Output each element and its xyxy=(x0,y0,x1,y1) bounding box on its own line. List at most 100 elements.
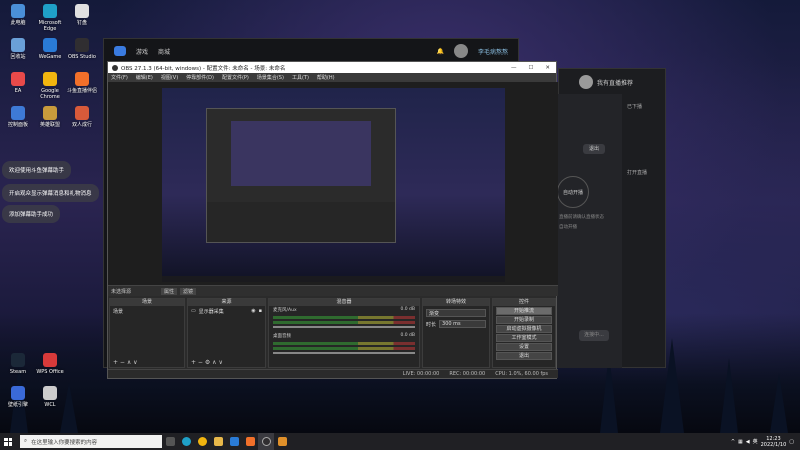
wegame-icon[interactable] xyxy=(226,433,242,450)
desktop-icon[interactable]: Google Chrome xyxy=(34,72,66,100)
obs-preview[interactable] xyxy=(108,82,558,285)
source-controls[interactable]: + − ⚙ ∧ ∨ xyxy=(191,359,223,366)
douyu-icon[interactable] xyxy=(242,433,258,450)
edge-icon[interactable] xyxy=(178,433,194,450)
menu-item[interactable]: 配置文件(P) xyxy=(222,74,249,81)
task-view-icon[interactable] xyxy=(162,433,178,450)
ime-icon[interactable]: 英 xyxy=(753,438,758,445)
properties-button[interactable]: 属性 xyxy=(161,287,178,295)
notification-icon[interactable]: ▢ xyxy=(789,439,794,445)
desktop-icon[interactable]: WPS Office xyxy=(34,353,66,375)
volume-icon[interactable]: ◀ xyxy=(746,439,750,445)
client-tab-store[interactable]: 商城 xyxy=(158,47,170,56)
desktop-icon[interactable]: 钉盘 xyxy=(66,4,98,26)
desktop-icon[interactable]: WeGame xyxy=(34,38,66,60)
menu-item[interactable]: 帮助(H) xyxy=(317,74,335,81)
desktop-icon-label: 英雄联盟 xyxy=(39,122,60,128)
scene-item[interactable]: 场景 xyxy=(110,306,184,317)
controls-dock[interactable]: 控件 开始推流 开始录制 启动虚拟摄像机 工作室模式 设置 退出 xyxy=(492,298,556,368)
wallpaper-tree xyxy=(770,373,788,433)
bell-icon[interactable]: 🔔 xyxy=(437,48,444,55)
scenes-dock[interactable]: 场景 场景 + − ∧ ∨ xyxy=(109,298,185,368)
chrome-icon[interactable] xyxy=(194,433,210,450)
nested-taskbar xyxy=(162,276,505,282)
system-tray[interactable]: ^ ▦ ◀ 英 12:23 2022/1/10 ▢ xyxy=(731,436,800,448)
nested-obs-window xyxy=(206,108,396,243)
clock[interactable]: 12:23 2022/1/10 xyxy=(761,436,787,448)
live-control-panel[interactable]: 退出 自动开播 直播前请确认直播状态 自动开播 连接中... xyxy=(556,94,622,368)
settings-button[interactable]: 设置 xyxy=(496,343,552,351)
desktop-icon-label: WCL xyxy=(44,402,56,408)
obs-icon[interactable] xyxy=(258,433,274,450)
close-icon[interactable]: ✕ xyxy=(545,65,550,71)
desktop-level-meter xyxy=(273,347,415,350)
menu-item[interactable]: 停靠部件(D) xyxy=(186,74,214,81)
desktop-icon-label: EA xyxy=(14,88,22,94)
desktop-volume-slider[interactable] xyxy=(273,352,415,354)
desktop-icon-label: 控制面板 xyxy=(7,122,28,128)
scene-controls[interactable]: + − ∧ ∨ xyxy=(113,359,138,366)
avatar[interactable] xyxy=(453,44,468,58)
notification-toast[interactable]: 欢迎使用斗鱼弹幕助手 xyxy=(2,161,72,179)
desktop-icon[interactable]: Steam xyxy=(2,353,34,375)
mic-level-meter xyxy=(273,321,415,324)
obs-title: OBS 27.1.3 (64-bit, windows) - 配置文件: 未命名… xyxy=(121,65,286,72)
menu-item[interactable]: 工具(T) xyxy=(292,74,309,81)
maximize-icon[interactable]: ☐ xyxy=(528,65,533,71)
panel-hint: 直播前请确认直播状态 xyxy=(559,215,604,220)
sources-dock[interactable]: 来源 ▭ 显示器采集 ◉ ▪ + − ⚙ ∧ ∨ xyxy=(187,298,266,368)
minimize-icon[interactable]: — xyxy=(511,65,517,71)
cpu-fps: CPU: 1.0%, 60.00 fps xyxy=(495,371,548,377)
client-tab-games[interactable]: 游戏 xyxy=(136,47,148,56)
source-item[interactable]: ▭ 显示器采集 ◉ ▪ xyxy=(188,306,265,317)
chevron-up-icon[interactable]: ^ xyxy=(731,439,735,445)
menu-item[interactable]: 视图(V) xyxy=(161,74,178,81)
desktop-channel-label: 桌面音频 xyxy=(273,334,291,339)
panel-status: 已下播 xyxy=(627,104,643,110)
connecting-button[interactable]: 连接中... xyxy=(579,330,609,341)
start-button[interactable] xyxy=(0,433,16,450)
duration-input[interactable]: 300 ms xyxy=(439,320,486,328)
network-icon[interactable]: ▦ xyxy=(738,439,743,445)
desktop-icon[interactable]: 英雄联盟 xyxy=(34,106,66,128)
desktop-icon[interactable]: OBS Studio xyxy=(66,38,98,60)
app-icon[interactable] xyxy=(274,433,290,450)
desktop-icon[interactable]: WCL xyxy=(34,386,66,408)
obs-titlebar[interactable]: OBS 27.1.3 (64-bit, windows) - 配置文件: 未命名… xyxy=(108,62,556,73)
desktop-icon[interactable]: EA xyxy=(2,72,34,94)
desktop-icon[interactable]: 壁纸引擎 xyxy=(2,386,34,408)
eye-icon[interactable]: ◉ xyxy=(251,308,255,315)
virtual-camera-button[interactable]: 启动虚拟摄像机 xyxy=(496,325,552,333)
desktop-icon-label: 双人成行 xyxy=(71,122,92,128)
desktop-icon[interactable]: 斗鱼直播伴侣 xyxy=(66,72,98,94)
start-recording-button[interactable]: 开始录制 xyxy=(496,316,552,324)
audio-mixer-dock[interactable]: 混音器 麦克风/Aux 0.0 dB 桌面音频 0.0 dB xyxy=(268,298,420,368)
lock-icon[interactable]: ▪ xyxy=(259,308,262,315)
start-streaming-button[interactable]: 开始推流 xyxy=(496,307,552,315)
desktop-icon[interactable]: 双人成行 xyxy=(66,106,98,128)
folder-icon[interactable] xyxy=(210,433,226,450)
desktop-icon[interactable]: Microsoft Edge xyxy=(34,4,66,32)
mic-volume-slider[interactable] xyxy=(273,326,415,328)
transition-select[interactable]: 渐变 xyxy=(426,309,486,317)
app-icon xyxy=(43,72,57,86)
menu-item[interactable]: 场景集合(S) xyxy=(257,74,284,81)
notification-toast[interactable]: 开启观众显示弹幕消息和礼物消息 xyxy=(2,184,99,202)
desktop-icon-label: WPS Office xyxy=(36,369,64,375)
obs-window[interactable]: OBS 27.1.3 (64-bit, windows) - 配置文件: 未命名… xyxy=(107,61,558,379)
exit-button[interactable]: 退出 xyxy=(583,144,605,154)
menu-item[interactable]: 编辑(E) xyxy=(136,74,153,81)
nested-preview xyxy=(231,121,371,186)
exit-button[interactable]: 退出 xyxy=(496,352,552,360)
app-icon xyxy=(43,386,57,400)
desktop-icon[interactable]: 回收站 xyxy=(2,38,34,60)
studio-mode-button[interactable]: 工作室模式 xyxy=(496,334,552,342)
desktop-icon[interactable]: 此电脑 xyxy=(2,4,34,26)
menu-item[interactable]: 文件(F) xyxy=(111,74,128,81)
taskbar-search[interactable]: ⌕ 在这里输入你要搜索的内容 xyxy=(20,435,162,448)
desktop-icon[interactable]: 控制面板 xyxy=(2,106,34,128)
filters-button[interactable]: 滤镜 xyxy=(180,287,197,295)
notification-toast[interactable]: 添加弹幕助手成功 xyxy=(2,205,61,223)
transitions-dock[interactable]: 转场特效 渐变 时长 300 ms xyxy=(422,298,490,368)
auto-start-button[interactable]: 自动开播 xyxy=(557,176,589,208)
